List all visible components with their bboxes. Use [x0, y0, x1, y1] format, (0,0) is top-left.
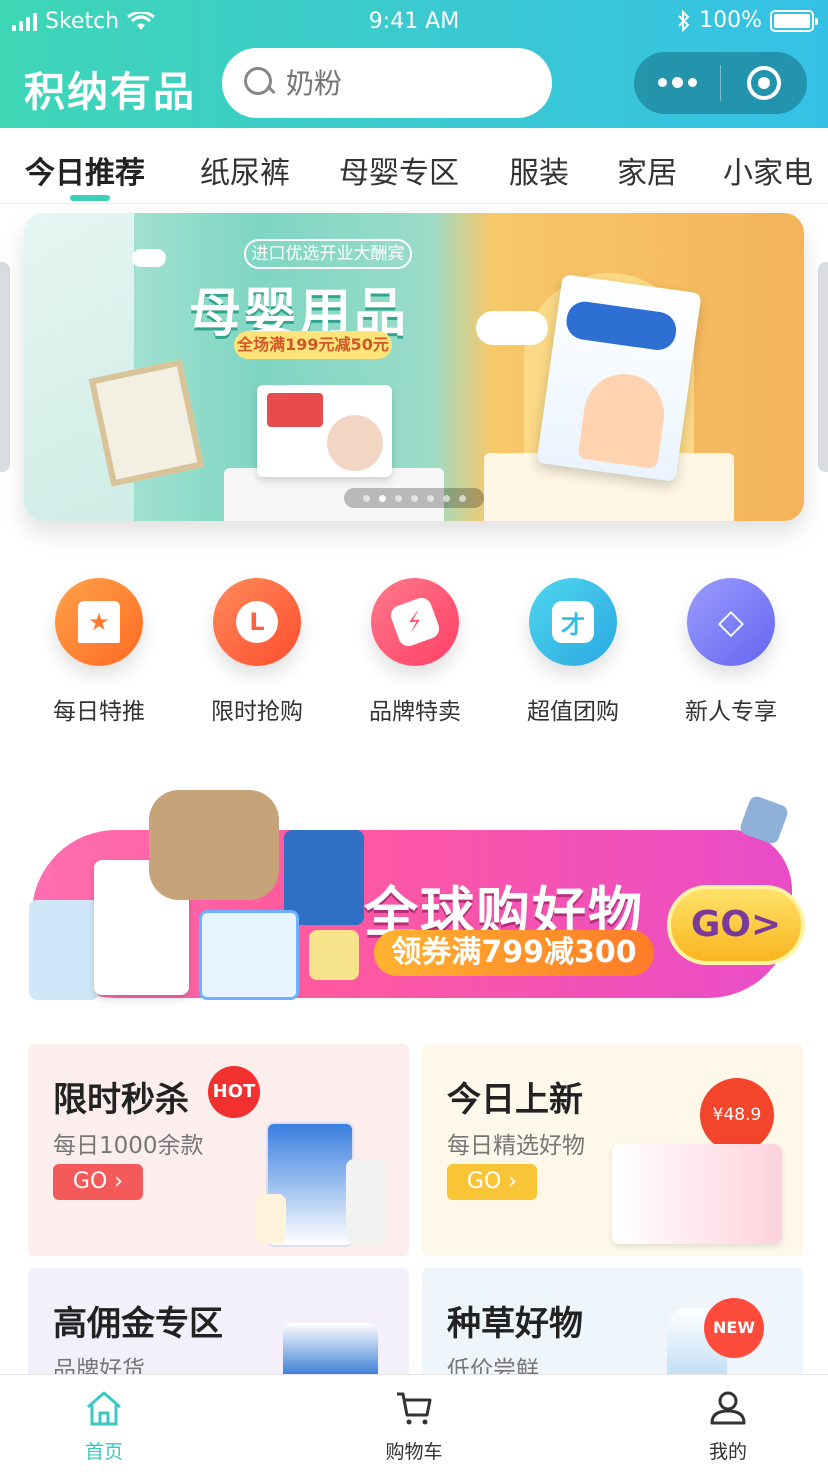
battery-icon — [770, 9, 818, 32]
go-button[interactable]: GO › — [447, 1164, 537, 1200]
global-shopping-banner[interactable]: 全球购好物 领券满799减300 GO> — [24, 790, 805, 1015]
promo-coupon: 领券满799减300 — [374, 930, 654, 976]
bottom-tab-bar: 首页 购物车 我的 — [0, 1374, 828, 1472]
formula-box-image — [284, 830, 364, 925]
tab-mother-baby[interactable]: 母婴专区 — [339, 148, 459, 192]
bluetooth-icon — [678, 9, 690, 32]
supplement-image — [309, 930, 359, 980]
group-buy-icon: 才 — [529, 578, 617, 666]
miniprogram-capsule — [634, 52, 807, 114]
price-badge: ¥48.9 — [700, 1078, 774, 1152]
user-icon — [710, 1391, 746, 1425]
battery-percent: 100% — [699, 8, 762, 33]
nav-daily-special[interactable]: ★ 每日特推 — [20, 578, 178, 726]
huggies-product-image — [257, 385, 392, 477]
star-bookmark-icon: ★ — [55, 578, 143, 666]
next-banner-peek — [818, 262, 828, 472]
card-flash-sale[interactable]: 限时秒杀 HOT 每日1000余款 GO › — [28, 1044, 409, 1256]
card-new-arrivals[interactable]: 今日上新 每日精选好物 GO › ¥48.9 — [422, 1044, 803, 1256]
promo-go-button[interactable]: GO> — [667, 885, 805, 965]
water-filter-image — [29, 900, 99, 1000]
hero-tag: 进口优选开业大酬宾 — [244, 239, 412, 269]
baby-pillow-image — [149, 790, 279, 900]
nav-brand-sale[interactable]: ⚡ 品牌特卖 — [336, 578, 494, 726]
search-icon — [244, 67, 276, 99]
carousel-indicator — [344, 488, 484, 508]
brand-title: 积纳有品 — [24, 68, 196, 116]
hero-banner[interactable]: 进口优选开业大酬宾 母婴用品 全场满199元减50元 — [24, 213, 804, 521]
tab-today[interactable]: 今日推荐 — [25, 148, 145, 192]
tab-diapers[interactable]: 纸尿裤 — [200, 148, 290, 192]
close-miniprogram-icon[interactable] — [721, 66, 807, 100]
tabbar-cart[interactable]: 购物车 — [344, 1389, 484, 1464]
tag-icon: ⚡ — [371, 578, 459, 666]
home-icon — [87, 1391, 121, 1426]
search-input[interactable] — [286, 66, 506, 100]
diamond-icon: ◇ — [687, 578, 775, 666]
quick-nav: ★ 每日特推 L 限时抢购 ⚡ 品牌特卖 才 超值团购 ◇ 新人专享 — [0, 578, 828, 728]
merries-product-image — [536, 274, 702, 482]
tab-appliances[interactable]: 小家电 — [723, 148, 813, 192]
nav-group-buy[interactable]: 才 超值团购 — [494, 578, 652, 726]
category-tabs: 今日推荐 纸尿裤 母婴专区 服装 家居 小家电 — [0, 128, 828, 204]
more-icon[interactable] — [634, 77, 720, 88]
new-badge: NEW — [704, 1298, 764, 1358]
prev-banner-peek — [0, 262, 10, 472]
hero-promo: 全场满199元减50元 — [234, 331, 392, 359]
cloud-shape — [476, 311, 548, 345]
nav-flash-sale[interactable]: L 限时抢购 — [178, 578, 336, 726]
status-bar: Sketch 9:41 AM 100% — [0, 0, 828, 44]
search-bar[interactable] — [222, 48, 552, 118]
nav-newcomer[interactable]: ◇ 新人专享 — [652, 578, 810, 726]
tabbar-profile[interactable]: 我的 — [658, 1389, 798, 1464]
cosmetic-image — [346, 1159, 386, 1244]
cloud-shape — [132, 249, 166, 267]
cart-icon — [397, 1392, 432, 1425]
hot-badge: HOT — [208, 1066, 260, 1118]
tabbar-home[interactable]: 首页 — [34, 1389, 174, 1464]
tab-clothing[interactable]: 服装 — [509, 148, 569, 192]
lotion-image — [256, 1194, 286, 1244]
nutrilon-product-image — [199, 910, 299, 1000]
tab-home[interactable]: 家居 — [617, 148, 677, 192]
moloven-product-image — [612, 1144, 782, 1244]
active-tab-indicator — [70, 195, 110, 201]
go-button[interactable]: GO › — [53, 1164, 143, 1200]
app-page: Sketch 9:41 AM 100% 积纳有品 奶粉 今日推荐 纸尿裤 母婴专… — [0, 0, 828, 1472]
header: Sketch 9:41 AM 100% 积纳有品 — [0, 0, 828, 128]
alarm-clock-icon: L — [213, 578, 301, 666]
